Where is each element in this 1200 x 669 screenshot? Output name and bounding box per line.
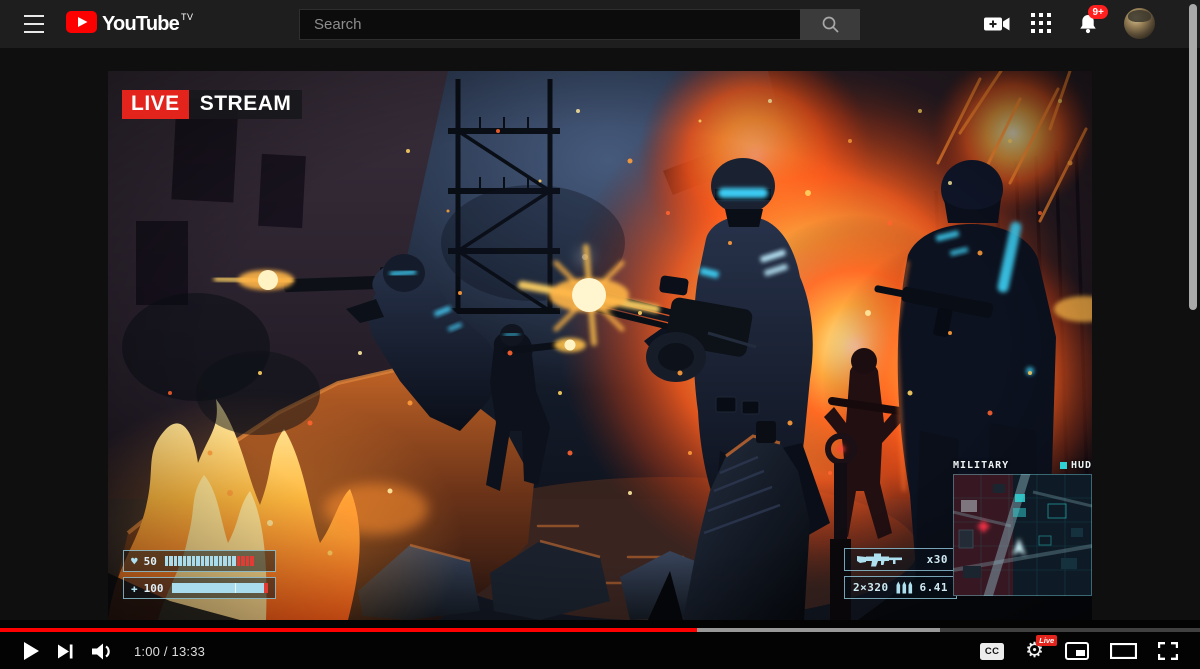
miniplayer-button[interactable] — [1065, 642, 1089, 660]
youtube-tv-logo[interactable]: YouTube TV — [66, 11, 194, 37]
hud-legend-swatch — [1060, 462, 1067, 469]
armor-bar-box: ✚ 100 — [123, 577, 276, 599]
rifle-icon — [857, 552, 903, 567]
theater-icon — [1110, 643, 1137, 659]
miniplayer-icon — [1065, 642, 1089, 660]
health-bar-box: ♥ 50 — [123, 550, 276, 572]
video-player[interactable]: LIVE STREAM ♥ 50 ✚ 100 — [108, 71, 1092, 620]
play-button[interactable] — [24, 642, 39, 660]
stream-label: STREAM — [189, 90, 303, 119]
volume-icon — [92, 643, 115, 660]
settings-live-badge: Live — [1036, 635, 1057, 646]
minimap-canvas — [953, 474, 1092, 596]
create-video-button[interactable] — [984, 12, 1008, 36]
menu-icon[interactable] — [24, 15, 44, 33]
health-value: 50 — [144, 555, 157, 568]
apps-grid-button[interactable] — [1030, 12, 1054, 36]
search-button[interactable] — [800, 9, 860, 40]
ammo-counter: 6.41 — [920, 581, 949, 594]
bullets-icon — [896, 581, 913, 594]
gameplay-scene — [108, 71, 1092, 620]
plus-icon: ✚ — [131, 583, 138, 594]
video-camera-plus-icon — [984, 12, 1010, 36]
minimap: MILITARY HUD — [953, 460, 1092, 601]
fullscreen-button[interactable] — [1158, 642, 1178, 660]
fullscreen-icon — [1158, 642, 1178, 660]
volume-button[interactable] — [92, 643, 115, 660]
player-bar: 1:00 / 13:33 CC ⚙ Live — [0, 620, 1200, 669]
heart-icon: ♥ — [131, 556, 138, 567]
scrollbar-thumb[interactable] — [1189, 4, 1197, 310]
logo-tv-superscript: TV — [181, 12, 194, 22]
search-input[interactable] — [299, 9, 800, 40]
avatar[interactable] — [1124, 8, 1155, 39]
ammo-reserve: 2×320 — [853, 581, 889, 594]
ammo-magazine: x30 — [927, 553, 948, 566]
hud-vitals: ♥ 50 ✚ 100 — [123, 550, 276, 599]
logo-brand-text: YouTube — [102, 11, 179, 37]
progress-played — [0, 628, 697, 632]
apps-grid-icon — [1030, 12, 1052, 34]
health-segments — [165, 556, 254, 566]
armor-bar — [172, 583, 268, 593]
settings-button[interactable]: ⚙ Live — [1025, 640, 1044, 662]
search-icon — [821, 15, 840, 34]
youtube-tv-app: YouTube TV — [0, 0, 1200, 669]
armor-value: 100 — [144, 582, 164, 595]
live-label: LIVE — [122, 90, 189, 119]
player-controls: 1:00 / 13:33 CC ⚙ Live — [0, 633, 1200, 669]
weapon-box: x30 — [844, 548, 957, 571]
youtube-play-icon — [66, 11, 97, 33]
time-display: 1:00 / 13:33 — [134, 644, 205, 659]
play-icon — [24, 642, 39, 660]
reserve-box: 2×320 6.41 — [844, 576, 957, 599]
minimap-title: MILITARY — [953, 460, 1009, 471]
minimap-mode-label: HUD — [1071, 460, 1092, 471]
notifications-button[interactable]: 9+ — [1076, 12, 1100, 36]
top-bar: YouTube TV — [0, 0, 1200, 48]
search-form — [299, 9, 860, 40]
hud-ammo: x30 2×320 6.41 — [844, 548, 957, 599]
notification-badge: 9+ — [1088, 5, 1108, 19]
live-stream-badge: LIVE STREAM — [122, 90, 302, 119]
theater-mode-button[interactable] — [1110, 643, 1137, 659]
captions-button[interactable]: CC — [980, 643, 1004, 660]
next-button[interactable] — [58, 644, 73, 659]
skip-next-icon — [58, 644, 73, 659]
progress-bar[interactable] — [0, 628, 1200, 632]
